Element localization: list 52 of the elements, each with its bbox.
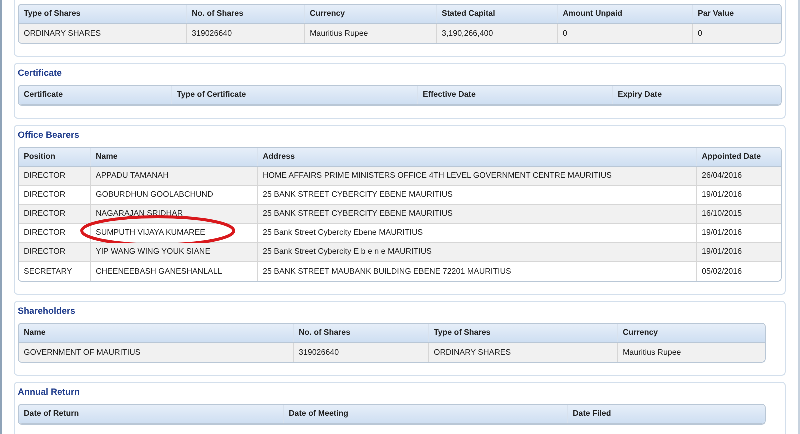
- table-cell: 3,190,266,400: [436, 24, 557, 43]
- table-cell: 25 Bank Street Cybercity E b e n e MAURITIUS: [257, 243, 696, 262]
- column-header: Name: [90, 148, 257, 167]
- table-cell: DIRECTOR: [19, 205, 90, 224]
- column-header: Expiry Date: [612, 86, 781, 105]
- column-header: Date of Return: [19, 405, 283, 424]
- table-cell: 319026640: [186, 24, 304, 43]
- table-cell: 25 Bank Street Cybercity Ebene MAURITIUS: [257, 224, 696, 243]
- table-cell: HOME AFFAIRS PRIME MINISTERS OFFICE 4TH LEVEL GOVERNMENT CENTRE MAURITIUS: [257, 167, 696, 186]
- table-cell: DIRECTOR: [19, 167, 90, 186]
- column-header: Position: [19, 148, 90, 167]
- column-header: Effective Date: [417, 86, 612, 105]
- table-cell: DIRECTOR: [19, 243, 90, 262]
- table-cell: ORDINARY SHARES: [19, 24, 186, 43]
- column-header: Address: [257, 148, 696, 167]
- column-header: Par Value: [692, 5, 781, 24]
- column-header: Currency: [304, 5, 436, 24]
- column-header: Stated Capital: [436, 5, 557, 24]
- column-header: No. of Shares: [186, 5, 304, 24]
- column-header: Currency: [617, 324, 765, 343]
- table-cell: 16/10/2015: [696, 205, 781, 224]
- table-cell: APPADU TAMANAH: [90, 167, 257, 186]
- table-cell: 19/01/2016: [696, 243, 781, 262]
- column-header: Type of Shares: [428, 324, 617, 343]
- column-header: Name: [19, 324, 293, 343]
- table-cell: 05/02/2016: [696, 262, 781, 281]
- column-header: Appointed Date: [696, 148, 781, 167]
- table-cell: 19/01/2016: [696, 224, 781, 243]
- table-cell: GOVERNMENT OF MAURITIUS: [19, 343, 293, 362]
- section-title: Certificate: [18, 67, 64, 80]
- column-header: No. of Shares: [293, 324, 428, 343]
- table-cell: 0: [557, 24, 692, 43]
- column-header: Amount Unpaid: [557, 5, 692, 24]
- column-header: Date of Meeting: [283, 405, 567, 424]
- column-header: Type of Shares: [19, 5, 186, 24]
- table-cell: ORDINARY SHARES: [428, 343, 617, 362]
- column-header: Type of Certificate: [171, 86, 417, 105]
- table-cell: 25 BANK STREET CYBERCITY EBENE MAURITIUS: [257, 205, 696, 224]
- table-cell: Mauritius Rupee: [304, 24, 436, 43]
- section-title: Shareholders: [18, 305, 77, 318]
- section-title: Annual Return: [18, 386, 81, 399]
- table-cell: 0: [692, 24, 781, 43]
- table-cell: 26/04/2016: [696, 167, 781, 186]
- table-cell: GOBURDHUN GOOLABCHUND: [90, 186, 257, 205]
- column-header: Date Filed: [567, 405, 765, 424]
- table-cell: 319026640: [293, 343, 428, 362]
- column-header: Certificate: [19, 86, 171, 105]
- table-cell: Mauritius Rupee: [617, 343, 765, 362]
- table-cell: 25 BANK STREET CYBERCITY EBENE MAURITIUS: [257, 186, 696, 205]
- table-cell: 19/01/2016: [696, 186, 781, 205]
- table-cell: YIP WANG WING YOUK SIANE: [90, 243, 257, 262]
- section-title: Office Bearers: [18, 129, 81, 142]
